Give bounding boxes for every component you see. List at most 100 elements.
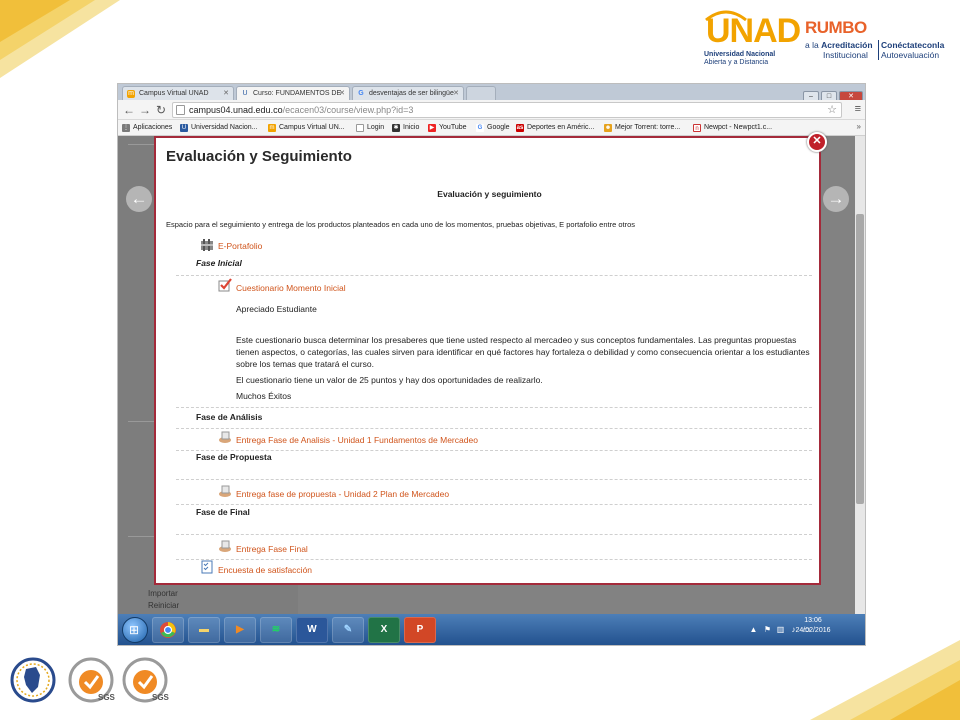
taskbar-paint-icon[interactable]: ✎ [332, 617, 364, 643]
browser-menu-icon[interactable]: ≡ [855, 103, 861, 115]
corner-decoration-bottom-right [810, 640, 960, 720]
unad-favicon-icon: U [180, 124, 188, 132]
bookmark-login[interactable]: Login [356, 122, 384, 134]
forward-arrow-icon[interactable]: → [138, 103, 152, 117]
taskbar-excel-icon[interactable]: X [368, 617, 400, 643]
bookmark-star-icon[interactable]: ☆ [827, 103, 837, 117]
modal-subtitle: Evaluación y seguimiento [437, 189, 542, 199]
eportafolio-icon [201, 239, 213, 251]
bookmark-deportes[interactable]: as Deportes en Améric... [516, 122, 594, 134]
sgs-label-icon: SGS [98, 693, 115, 702]
modal-close-icon[interactable]: ✕ [807, 132, 827, 152]
bookmark-aplicaciones[interactable]: ⋮ Aplicaciones [122, 122, 172, 134]
sgs-label-icon: SGS [152, 693, 169, 702]
bookmarks-overflow-icon[interactable]: » [857, 122, 861, 131]
bookmark-campus[interactable]: m Campus Virtual UN... [268, 122, 345, 134]
tray-expand-icon[interactable]: ▲ [749, 625, 758, 634]
rumbo-wordmark: RUMBO [805, 18, 867, 37]
unad-logo: UNAD Universidad Nacional Abierta y a Di… [700, 10, 801, 68]
browser-tab-campus[interactable]: m Campus Virtual UNAD ✕ [122, 86, 234, 100]
new-tab-button[interactable] [466, 86, 496, 100]
taskbar-word-icon[interactable]: W [296, 617, 328, 643]
bookmark-label: Newpct - Newpct1.c... [704, 124, 773, 131]
page-info-icon[interactable] [176, 105, 185, 115]
bookmark-universidad[interactable]: U Universidad Nacion... [180, 122, 258, 134]
fase-propuesta-heading: Fase de Propuesta [196, 452, 272, 462]
bookmarks-bar: ⋮ Aplicaciones U Universidad Nacion... m Ca… [118, 120, 865, 136]
conectate-line-1: Conéctateconla [881, 40, 945, 50]
cuestionario-link[interactable]: Cuestionario Momento Inicial [236, 283, 346, 293]
entrega-analisis-link[interactable]: Entrega Fase de Analisis - Unidad 1 Fund… [236, 435, 478, 445]
encuesta-link[interactable]: Encuesta de satisfacción [218, 565, 312, 575]
fase-inicial-heading: Fase Inicial [196, 258, 242, 268]
tray-flag-icon[interactable]: ⚑ [763, 625, 772, 634]
bookmark-inicio[interactable]: ✱ Inicio [392, 122, 419, 134]
taskbar-media-player-icon[interactable]: ▶ [224, 617, 256, 643]
taskbar-spotify-icon[interactable]: ≋ [260, 617, 292, 643]
rumbo-separator [878, 40, 879, 60]
section-divider [176, 479, 812, 480]
window-controls: – □ ✕ [801, 85, 863, 102]
browser-tab-bar: m Campus Virtual UNAD ✕ U Curso: FUNDAME… [118, 84, 865, 102]
bookmark-label: Deportes en Améric... [527, 124, 595, 131]
torrent-icon: ☻ [604, 124, 612, 132]
evaluacion-modal: Evaluación y Seguimiento Evaluación y se… [154, 136, 821, 585]
cuestionario-paragraph: Este cuestionario busca determinar los p… [236, 335, 810, 369]
taskbar-clock-time[interactable]: 13:06 [793, 617, 833, 624]
windows-logo-icon: ⊞ [129, 623, 140, 637]
bookmark-label: Aplicaciones [133, 124, 173, 131]
url-host: campus04.unad.edu.co [189, 105, 283, 115]
apreciado-text: Apreciado Estudiante [236, 304, 317, 314]
rumbo-line-1: a la Acreditación [805, 40, 873, 50]
section-divider [176, 450, 812, 451]
close-tab-icon[interactable]: ✕ [453, 89, 459, 97]
as-icon: as [516, 124, 524, 132]
modal-title: Evaluación y Seguimiento [166, 148, 352, 165]
taskbar-powerpoint-icon[interactable]: P [404, 617, 436, 643]
eportafolio-link[interactable]: E-Portafolio [218, 241, 262, 251]
certification-logos: SGS SGS [10, 655, 170, 711]
survey-icon [201, 560, 213, 574]
apps-icon: ⋮ [122, 124, 130, 132]
section-divider [176, 407, 812, 408]
bookmark-google[interactable]: G Google [476, 122, 510, 134]
quiz-check-icon [218, 278, 232, 292]
next-arrow-icon[interactable]: → [823, 186, 849, 212]
conectate-line-2: Autoevaluación [881, 50, 940, 60]
tab-label: Campus Virtual UNAD [139, 90, 209, 97]
entrega-propuesta-link[interactable]: Entrega fase de propuesta - Unidad 2 Pla… [236, 489, 449, 499]
taskbar-chrome-icon[interactable] [152, 617, 184, 643]
start-button[interactable]: ⊞ [122, 617, 148, 643]
bookmark-youtube[interactable]: ▶ YouTube [428, 122, 467, 134]
entrega-final-link[interactable]: Entrega Fase Final [236, 544, 308, 554]
taskbar-clock-date[interactable]: 24/02/2016 [793, 627, 833, 634]
back-arrow-icon[interactable]: ← [122, 103, 136, 117]
section-divider [176, 504, 812, 505]
inicio-icon: ✱ [392, 124, 400, 132]
unad-subtitle-1: Universidad Nacional [704, 51, 776, 58]
address-bar[interactable]: campus04.unad.edu.co/ecacen03/course/vie… [172, 102, 842, 118]
rumbo-acreditacion-logo: RUMBO a la Acreditación Institucional Co… [805, 18, 955, 68]
close-tab-icon[interactable]: ✕ [339, 89, 345, 97]
unad-subtitle-2: Abierta y a Distancia [704, 59, 769, 66]
page-scrollbar[interactable] [855, 136, 865, 614]
bookmark-label: Inicio [403, 124, 420, 131]
left-nav-reiniciar[interactable]: Reiniciar [148, 601, 179, 610]
modal-description: Espacio para el seguimiento y entrega de… [166, 220, 636, 229]
campus-favicon-icon: m [268, 124, 276, 132]
close-tab-icon[interactable]: ✕ [223, 89, 229, 97]
tray-network-icon[interactable]: ▥ [776, 625, 785, 634]
scrollbar-thumb[interactable] [856, 214, 864, 504]
colombia-seal-icon [10, 657, 56, 703]
left-nav-importar[interactable]: Importar [148, 589, 178, 598]
taskbar-explorer-icon[interactable]: ▬ [188, 617, 220, 643]
reload-icon[interactable]: ↻ [154, 103, 168, 117]
bookmark-newpct[interactable]: n Newpct - Newpct1.c... [693, 122, 772, 134]
browser-tab-course[interactable]: U Curso: FUNDAMENTOS DE ✕ [236, 86, 350, 100]
previous-arrow-icon[interactable]: ← [126, 186, 152, 212]
tab-label: desventajas de ser bilingüe [369, 90, 454, 97]
bookmark-torrent[interactable]: ☻ Mejor Torrent: torre... [604, 122, 680, 134]
exitos-text: Muchos Éxitos [236, 391, 292, 401]
section-divider [176, 428, 812, 429]
browser-tab-google[interactable]: G desventajas de ser bilingüe ✕ [352, 86, 464, 100]
